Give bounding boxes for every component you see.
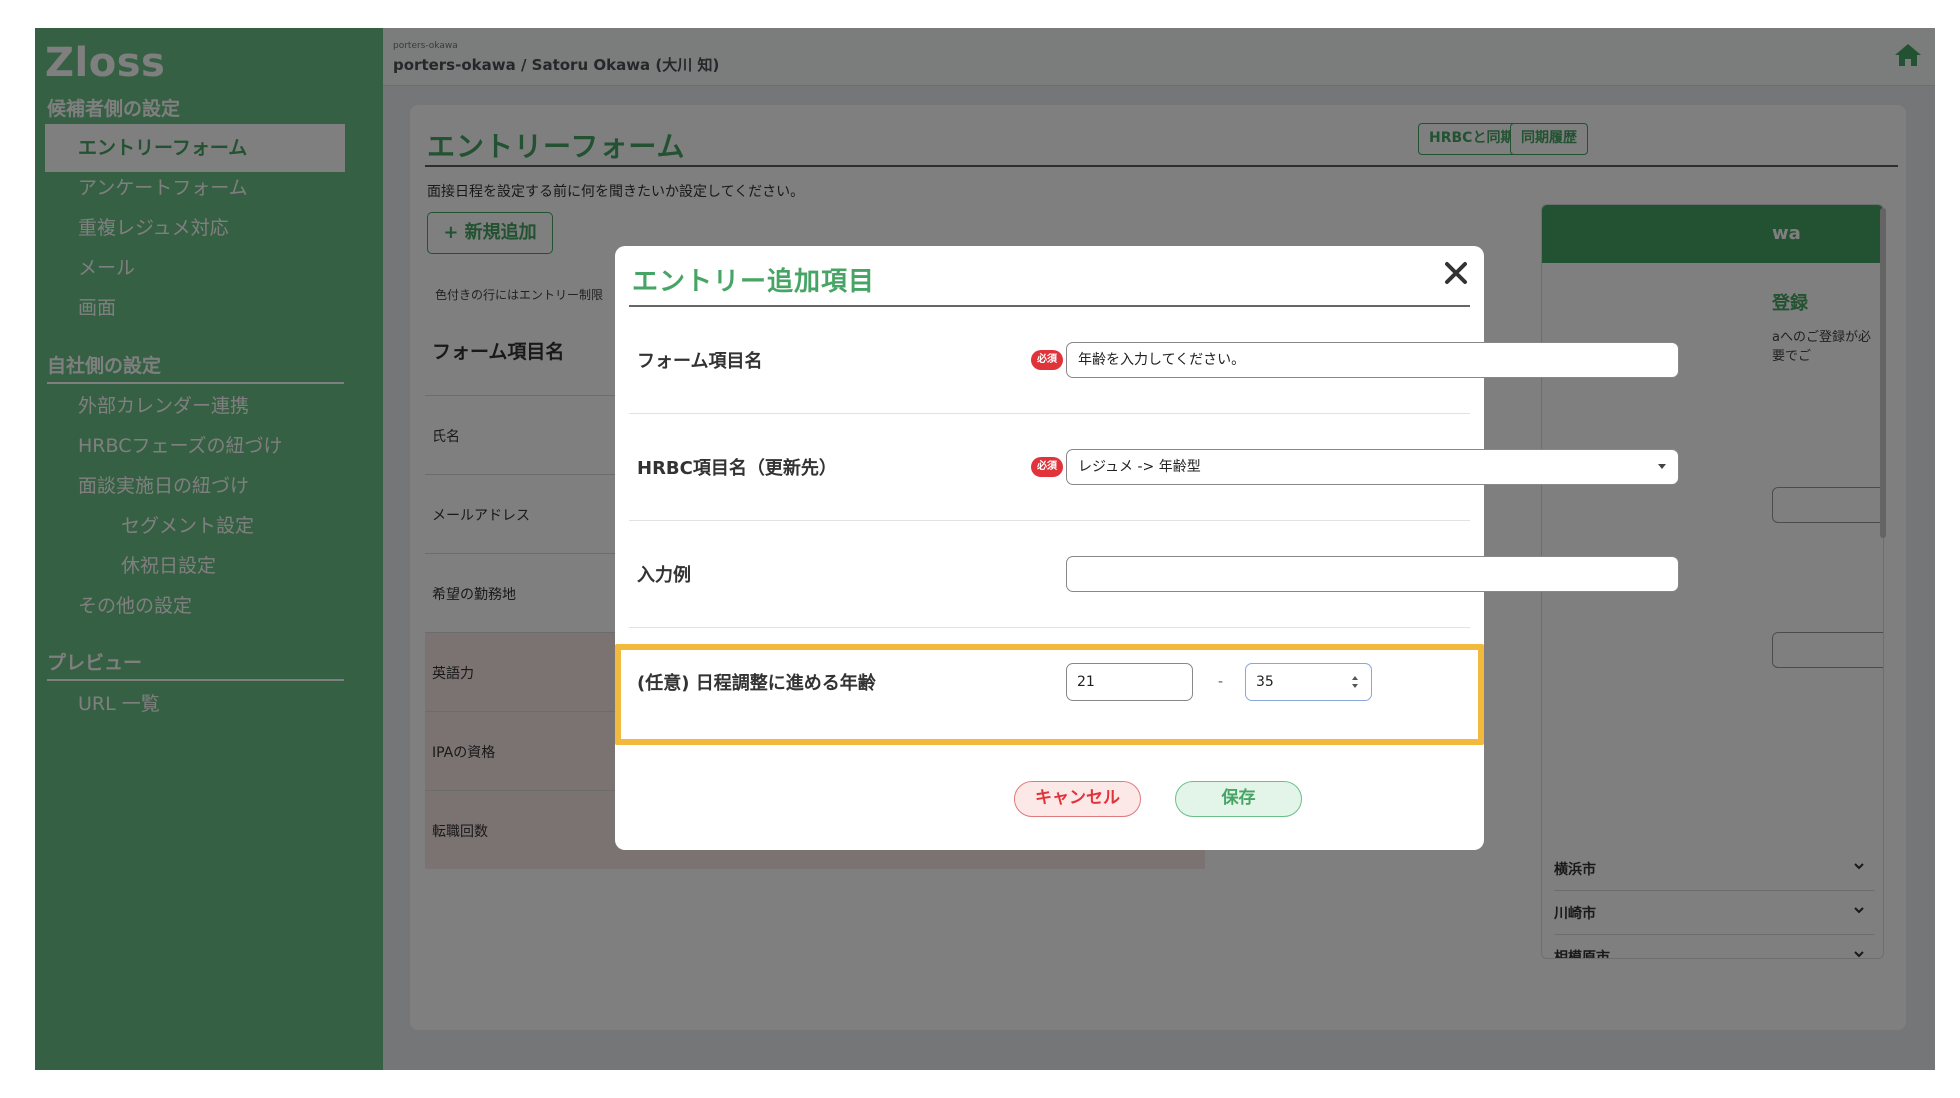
cancel-button[interactable]: キャンセル xyxy=(1014,781,1141,817)
hrbc-item-name-row: HRBC項目名（更新先） 必須 レジュメ -> 年齢型 xyxy=(629,414,1679,521)
form-item-name-label: フォーム項目名 xyxy=(637,351,763,372)
entry-item-modal: エントリー追加項目 フォーム項目名 必須 年齢を入力してください。 HRBC項目… xyxy=(615,246,1679,850)
form-item-name-input[interactable]: 年齢を入力してください。 xyxy=(1066,342,1679,378)
example-input[interactable] xyxy=(1066,556,1679,592)
highlight-box xyxy=(615,644,1484,745)
hrbc-item-name-label: HRBC項目名（更新先） xyxy=(637,458,837,479)
modal-title: エントリー追加項目 xyxy=(632,267,876,297)
hrbc-item-name-select[interactable]: レジュメ -> 年齢型 xyxy=(1066,449,1679,485)
hrbc-item-name-value: レジュメ -> 年齢型 xyxy=(1078,459,1201,475)
example-label: 入力例 xyxy=(637,565,691,586)
app-window: Zloss 候補者側の設定 エントリーフォーム アンケートフォーム 重複レジュメ… xyxy=(35,28,1935,1070)
required-badge: 必須 xyxy=(1031,350,1063,370)
close-icon[interactable] xyxy=(1443,260,1469,286)
required-badge: 必須 xyxy=(1031,457,1063,477)
example-row: 入力例 xyxy=(629,521,1679,628)
form-item-name-row: フォーム項目名 必須 年齢を入力してください。 xyxy=(629,307,1679,414)
save-button[interactable]: 保存 xyxy=(1175,781,1302,817)
caret-down-icon xyxy=(1658,464,1666,469)
